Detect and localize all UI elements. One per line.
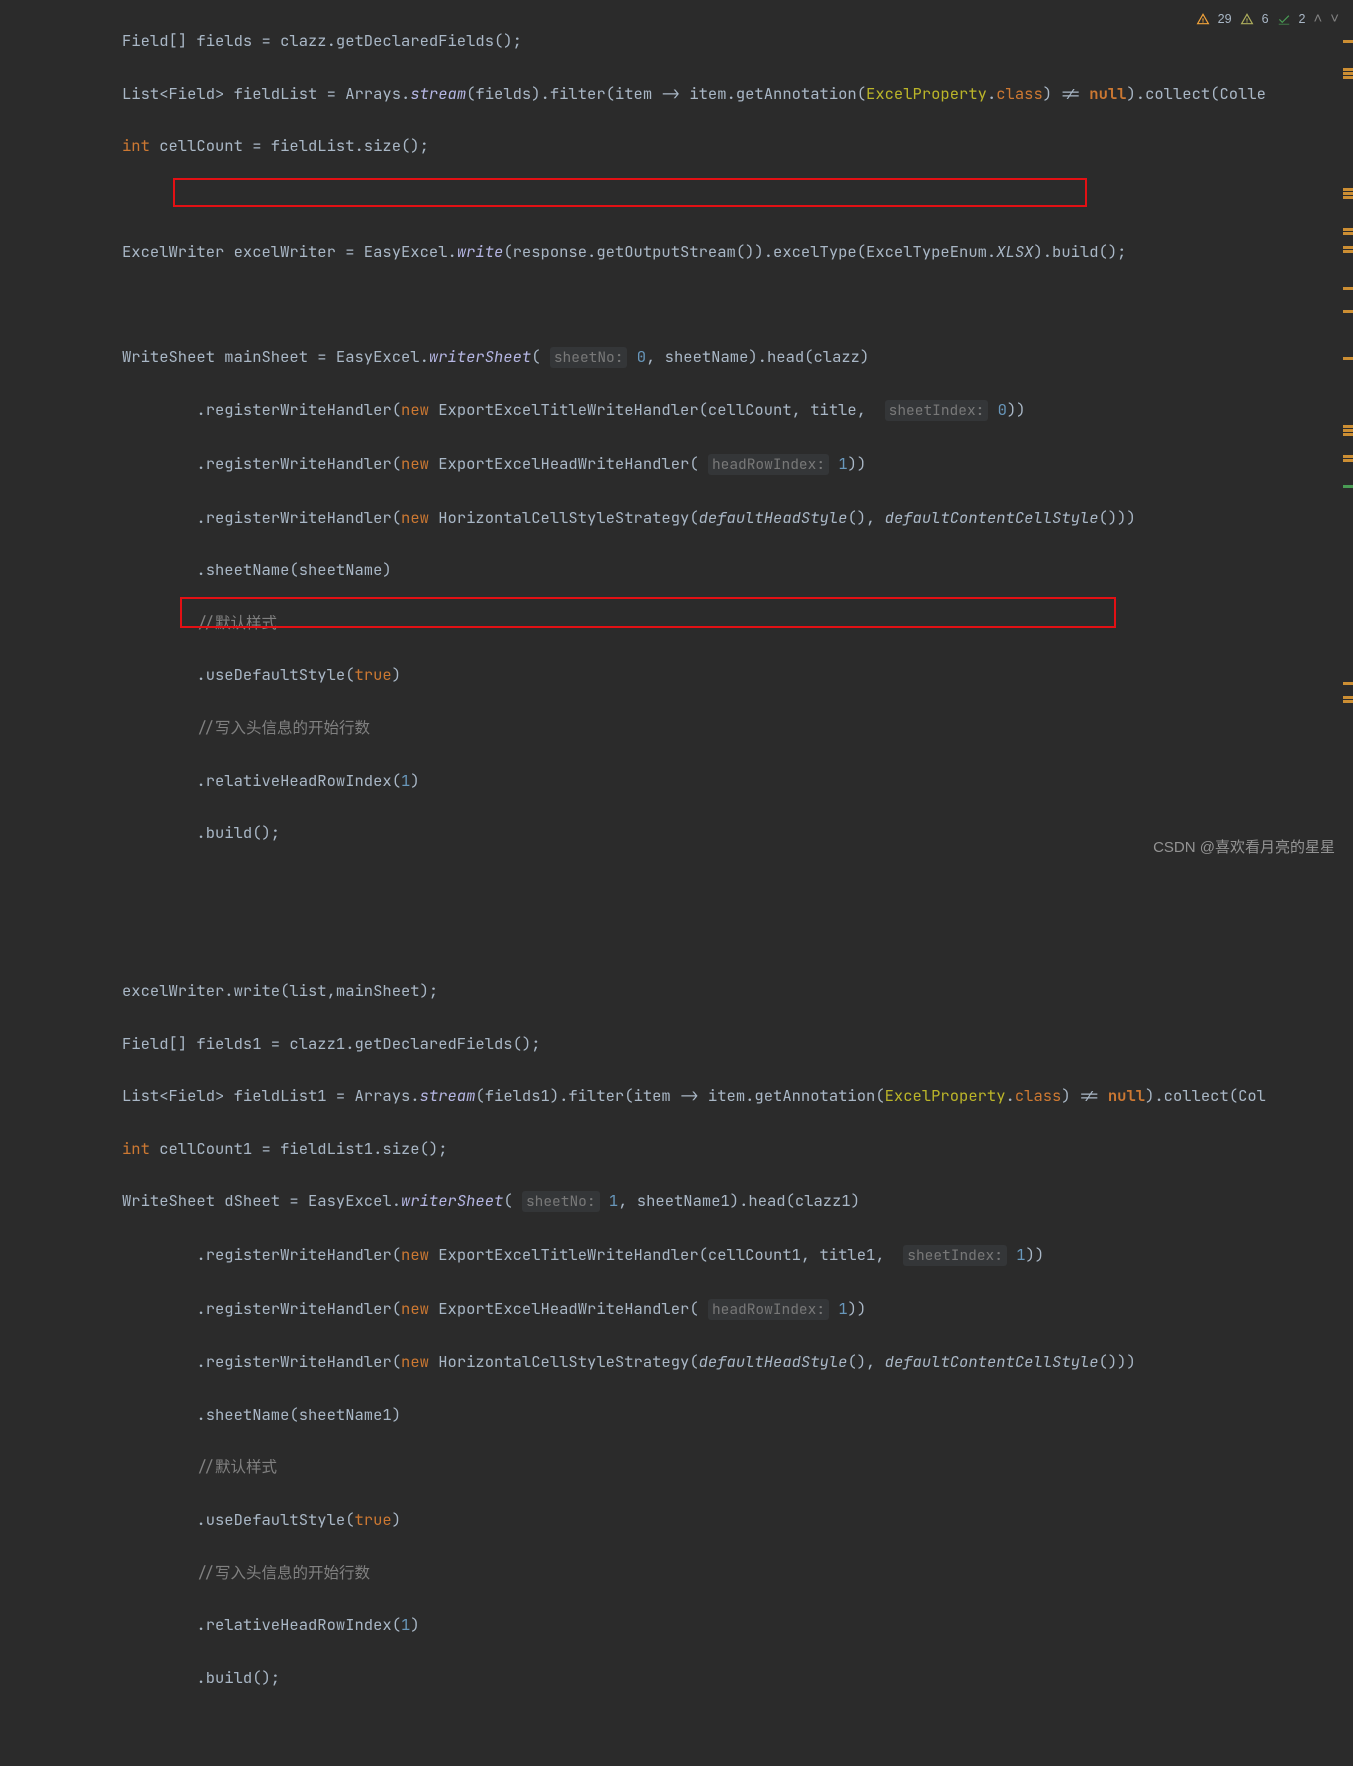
code-line: .relativeHeadRowIndex(1) bbox=[122, 768, 1266, 794]
inspection-status[interactable]: 29 6 2 ˄ ˅ bbox=[1196, 6, 1339, 32]
code-line: //写入头信息的开始行数 bbox=[122, 1560, 1266, 1586]
code-line: //写入头信息的开始行数 bbox=[122, 715, 1266, 741]
code-editor[interactable]: Field[] fields = clazz.getDeclaredFields… bbox=[0, 2, 1266, 1766]
code-line: .registerWriteHandler(new ExportExcelTit… bbox=[122, 1242, 1266, 1269]
code-line bbox=[122, 925, 1266, 951]
code-line: .registerWriteHandler(new ExportExcelHea… bbox=[122, 1296, 1266, 1323]
typo-icon bbox=[1277, 12, 1291, 26]
code-line: .sheetName(sheetName1) bbox=[122, 1402, 1266, 1428]
code-line: .useDefaultStyle(true) bbox=[122, 1507, 1266, 1533]
code-line: //默认样式 bbox=[122, 1454, 1266, 1480]
code-line: .registerWriteHandler(new ExportExcelHea… bbox=[122, 451, 1266, 478]
code-line: WriteSheet mainSheet = EasyExcel.writerS… bbox=[122, 344, 1266, 371]
code-line: .registerWriteHandler(new HorizontalCell… bbox=[122, 505, 1266, 531]
code-line: .registerWriteHandler(new ExportExcelTit… bbox=[122, 397, 1266, 424]
code-line: List<Field> fieldList1 = Arrays.stream(f… bbox=[122, 1083, 1266, 1109]
next-highlight-button[interactable]: ˅ bbox=[1330, 6, 1339, 32]
code-line bbox=[122, 1717, 1266, 1743]
weak-count: 6 bbox=[1262, 6, 1269, 32]
code-line: Field[] fields1 = clazz1.getDeclaredFiel… bbox=[122, 1031, 1266, 1057]
watermark: CSDN @喜欢看月亮的星星 bbox=[1153, 835, 1335, 861]
code-line: Field[] fields = clazz.getDeclaredFields… bbox=[122, 28, 1266, 54]
prev-highlight-button[interactable]: ˄ bbox=[1313, 6, 1322, 32]
code-line: .build(); bbox=[122, 1665, 1266, 1691]
error-stripe[interactable] bbox=[1339, 0, 1353, 883]
code-line: int cellCount1 = fieldList1.size(); bbox=[122, 1136, 1266, 1162]
code-line: excelWriter.write(list,mainSheet); bbox=[122, 978, 1266, 1004]
code-line: .sheetName(sheetName) bbox=[122, 557, 1266, 583]
code-line: int cellCount = fieldList.size(); bbox=[122, 133, 1266, 159]
code-line: .registerWriteHandler(new HorizontalCell… bbox=[122, 1349, 1266, 1375]
code-line: .relativeHeadRowIndex(1) bbox=[122, 1612, 1266, 1638]
code-line: .useDefaultStyle(true) bbox=[122, 662, 1266, 688]
code-line bbox=[122, 291, 1266, 317]
code-line: WriteSheet dSheet = EasyExcel.writerShee… bbox=[122, 1188, 1266, 1215]
typo-count: 2 bbox=[1299, 6, 1306, 32]
param-hint: sheetIndex: bbox=[885, 400, 989, 421]
code-line: //默认样式 bbox=[122, 610, 1266, 636]
code-line: .build(); bbox=[122, 820, 1266, 846]
code-line: ExcelWriter excelWriter = EasyExcel.writ… bbox=[122, 239, 1266, 265]
param-hint: sheetNo: bbox=[550, 347, 628, 368]
code-line bbox=[122, 873, 1266, 899]
code-line bbox=[122, 186, 1266, 212]
param-hint: headRowIndex: bbox=[708, 1299, 829, 1320]
param-hint: headRowIndex: bbox=[708, 454, 829, 475]
warning-icon bbox=[1196, 12, 1210, 26]
warnings-count: 29 bbox=[1218, 6, 1232, 32]
param-hint: sheetIndex: bbox=[903, 1245, 1007, 1266]
code-line: List<Field> fieldList = Arrays.stream(fi… bbox=[122, 81, 1266, 107]
weak-warning-icon bbox=[1240, 12, 1254, 26]
param-hint: sheetNo: bbox=[522, 1191, 600, 1212]
